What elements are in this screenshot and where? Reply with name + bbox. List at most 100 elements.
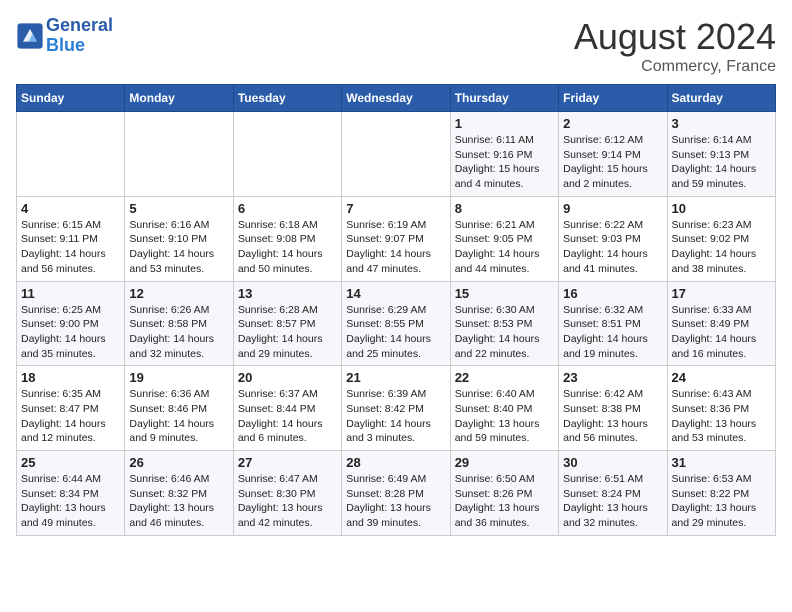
- day-info: Sunrise: 6:14 AMSunset: 9:13 PMDaylight:…: [672, 133, 771, 192]
- day-cell: 30 Sunrise: 6:51 AMSunset: 8:24 PMDayligh…: [559, 451, 667, 536]
- day-number: 7: [346, 201, 445, 216]
- day-info: Sunrise: 6:47 AMSunset: 8:30 PMDaylight:…: [238, 472, 337, 531]
- day-number: 16: [563, 286, 662, 301]
- day-cell: 18 Sunrise: 6:35 AMSunset: 8:47 PMDayligh…: [17, 366, 125, 451]
- day-info: Sunrise: 6:16 AMSunset: 9:10 PMDaylight:…: [129, 218, 228, 277]
- calendar-table: SundayMondayTuesdayWednesdayThursdayFrid…: [16, 84, 776, 536]
- day-number: 3: [672, 116, 771, 131]
- day-number: 8: [455, 201, 554, 216]
- day-info: Sunrise: 6:29 AMSunset: 8:55 PMDaylight:…: [346, 303, 445, 362]
- day-info: Sunrise: 6:18 AMSunset: 9:08 PMDaylight:…: [238, 218, 337, 277]
- location: Commercy, France: [574, 58, 776, 76]
- week-row-4: 18 Sunrise: 6:35 AMSunset: 8:47 PMDayligh…: [17, 366, 776, 451]
- day-number: 25: [21, 455, 120, 470]
- day-number: 1: [455, 116, 554, 131]
- day-cell: 8 Sunrise: 6:21 AMSunset: 9:05 PMDaylight…: [450, 196, 558, 281]
- day-number: 5: [129, 201, 228, 216]
- day-info: Sunrise: 6:35 AMSunset: 8:47 PMDaylight:…: [21, 387, 120, 446]
- day-cell: [233, 112, 341, 197]
- column-header-wednesday: Wednesday: [342, 85, 450, 112]
- day-number: 26: [129, 455, 228, 470]
- day-number: 15: [455, 286, 554, 301]
- day-info: Sunrise: 6:28 AMSunset: 8:57 PMDaylight:…: [238, 303, 337, 362]
- day-cell: 25 Sunrise: 6:44 AMSunset: 8:34 PMDayligh…: [17, 451, 125, 536]
- day-number: 30: [563, 455, 662, 470]
- day-cell: 22 Sunrise: 6:40 AMSunset: 8:40 PMDayligh…: [450, 366, 558, 451]
- day-number: 24: [672, 370, 771, 385]
- day-cell: 20 Sunrise: 6:37 AMSunset: 8:44 PMDayligh…: [233, 366, 341, 451]
- day-info: Sunrise: 6:50 AMSunset: 8:26 PMDaylight:…: [455, 472, 554, 531]
- day-info: Sunrise: 6:21 AMSunset: 9:05 PMDaylight:…: [455, 218, 554, 277]
- day-cell: 7Sunrise: 6:19 AMSunset: 9:07 PMDaylight…: [342, 196, 450, 281]
- day-number: 28: [346, 455, 445, 470]
- day-number: 11: [21, 286, 120, 301]
- day-cell: 19 Sunrise: 6:36 AMSunset: 8:46 PMDayligh…: [125, 366, 233, 451]
- day-cell: 10Sunrise: 6:23 AMSunset: 9:02 PMDayligh…: [667, 196, 775, 281]
- day-number: 14: [346, 286, 445, 301]
- logo-line2: Blue: [46, 36, 113, 56]
- day-info: Sunrise: 6:32 AMSunset: 8:51 PMDaylight:…: [563, 303, 662, 362]
- title-block: August 2024 Commercy, France: [574, 16, 776, 76]
- day-number: 17: [672, 286, 771, 301]
- day-cell: 21Sunrise: 6:39 AMSunset: 8:42 PMDayligh…: [342, 366, 450, 451]
- day-number: 19: [129, 370, 228, 385]
- day-cell: 6 Sunrise: 6:18 AMSunset: 9:08 PMDaylight…: [233, 196, 341, 281]
- week-row-3: 11 Sunrise: 6:25 AMSunset: 9:00 PMDayligh…: [17, 281, 776, 366]
- day-cell: 1Sunrise: 6:11 AMSunset: 9:16 PMDaylight…: [450, 112, 558, 197]
- day-cell: 9Sunrise: 6:22 AMSunset: 9:03 PMDaylight…: [559, 196, 667, 281]
- day-cell: [125, 112, 233, 197]
- day-number: 22: [455, 370, 554, 385]
- column-header-tuesday: Tuesday: [233, 85, 341, 112]
- day-cell: 26 Sunrise: 6:46 AMSunset: 8:32 PMDayligh…: [125, 451, 233, 536]
- day-info: Sunrise: 6:33 AMSunset: 8:49 PMDaylight:…: [672, 303, 771, 362]
- day-info: Sunrise: 6:30 AMSunset: 8:53 PMDaylight:…: [455, 303, 554, 362]
- day-cell: 11 Sunrise: 6:25 AMSunset: 9:00 PMDayligh…: [17, 281, 125, 366]
- day-number: 18: [21, 370, 120, 385]
- day-cell: 5 Sunrise: 6:16 AMSunset: 9:10 PMDaylight…: [125, 196, 233, 281]
- day-cell: 2 Sunrise: 6:12 AMSunset: 9:14 PMDaylight…: [559, 112, 667, 197]
- day-info: Sunrise: 6:49 AMSunset: 8:28 PMDaylight:…: [346, 472, 445, 531]
- page-header: General Blue August 2024 Commercy, Franc…: [16, 16, 776, 76]
- week-row-5: 25 Sunrise: 6:44 AMSunset: 8:34 PMDayligh…: [17, 451, 776, 536]
- day-info: Sunrise: 6:37 AMSunset: 8:44 PMDaylight:…: [238, 387, 337, 446]
- day-info: Sunrise: 6:39 AMSunset: 8:42 PMDaylight:…: [346, 387, 445, 446]
- day-cell: 14 Sunrise: 6:29 AMSunset: 8:55 PMDayligh…: [342, 281, 450, 366]
- column-header-friday: Friday: [559, 85, 667, 112]
- day-number: 13: [238, 286, 337, 301]
- day-cell: 29Sunrise: 6:50 AMSunset: 8:26 PMDayligh…: [450, 451, 558, 536]
- day-cell: 3 Sunrise: 6:14 AMSunset: 9:13 PMDaylight…: [667, 112, 775, 197]
- day-number: 9: [563, 201, 662, 216]
- day-number: 23: [563, 370, 662, 385]
- day-info: Sunrise: 6:40 AMSunset: 8:40 PMDaylight:…: [455, 387, 554, 446]
- day-number: 20: [238, 370, 337, 385]
- day-cell: [17, 112, 125, 197]
- day-number: 31: [672, 455, 771, 470]
- day-info: Sunrise: 6:51 AMSunset: 8:24 PMDaylight:…: [563, 472, 662, 531]
- column-header-saturday: Saturday: [667, 85, 775, 112]
- day-number: 2: [563, 116, 662, 131]
- day-info: Sunrise: 6:15 AMSunset: 9:11 PMDaylight:…: [21, 218, 120, 277]
- calendar-header: SundayMondayTuesdayWednesdayThursdayFrid…: [17, 85, 776, 112]
- day-info: Sunrise: 6:36 AMSunset: 8:46 PMDaylight:…: [129, 387, 228, 446]
- day-cell: 23Sunrise: 6:42 AMSunset: 8:38 PMDayligh…: [559, 366, 667, 451]
- week-row-2: 4 Sunrise: 6:15 AMSunset: 9:11 PMDaylight…: [17, 196, 776, 281]
- day-number: 6: [238, 201, 337, 216]
- day-info: Sunrise: 6:53 AMSunset: 8:22 PMDaylight:…: [672, 472, 771, 531]
- day-info: Sunrise: 6:44 AMSunset: 8:34 PMDaylight:…: [21, 472, 120, 531]
- day-info: Sunrise: 6:23 AMSunset: 9:02 PMDaylight:…: [672, 218, 771, 277]
- day-cell: 17 Sunrise: 6:33 AMSunset: 8:49 PMDayligh…: [667, 281, 775, 366]
- column-header-thursday: Thursday: [450, 85, 558, 112]
- day-number: 12: [129, 286, 228, 301]
- day-info: Sunrise: 6:26 AMSunset: 8:58 PMDaylight:…: [129, 303, 228, 362]
- week-row-1: 1Sunrise: 6:11 AMSunset: 9:16 PMDaylight…: [17, 112, 776, 197]
- day-cell: 12 Sunrise: 6:26 AMSunset: 8:58 PMDayligh…: [125, 281, 233, 366]
- day-info: Sunrise: 6:46 AMSunset: 8:32 PMDaylight:…: [129, 472, 228, 531]
- day-info: Sunrise: 6:43 AMSunset: 8:36 PMDaylight:…: [672, 387, 771, 446]
- day-info: Sunrise: 6:12 AMSunset: 9:14 PMDaylight:…: [563, 133, 662, 192]
- column-header-monday: Monday: [125, 85, 233, 112]
- month-title: August 2024: [574, 16, 776, 58]
- day-info: Sunrise: 6:25 AMSunset: 9:00 PMDaylight:…: [21, 303, 120, 362]
- day-cell: 31 Sunrise: 6:53 AMSunset: 8:22 PMDayligh…: [667, 451, 775, 536]
- day-cell: 15 Sunrise: 6:30 AMSunset: 8:53 PMDayligh…: [450, 281, 558, 366]
- day-number: 4: [21, 201, 120, 216]
